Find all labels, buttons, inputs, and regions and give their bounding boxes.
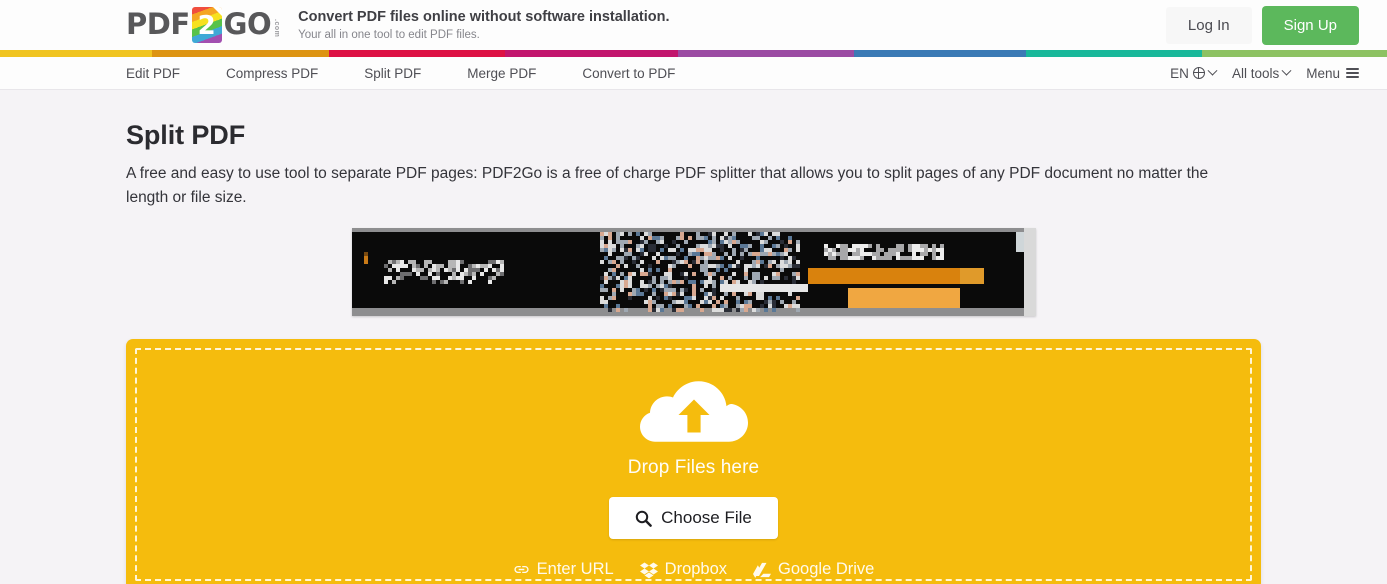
file-dropzone[interactable]: Drop Files here Choose File Enter URL Dro… <box>126 339 1261 584</box>
colorbar-segment-7 <box>1026 50 1203 57</box>
drop-files-label: Drop Files here <box>627 457 760 479</box>
colorbar-segment-5 <box>677 50 854 57</box>
colorbar-segment-2 <box>151 50 330 57</box>
source-link-label: Enter URL <box>536 560 614 579</box>
globe-icon <box>1192 66 1206 80</box>
chevron-down-icon <box>1281 65 1292 76</box>
source-link-label: Dropbox <box>664 560 728 579</box>
google-drive-icon <box>753 561 772 579</box>
choose-file-label: Choose File <box>661 508 752 528</box>
tagline-secondary: Your all in one tool to edit PDF files. <box>298 28 480 41</box>
colorbar-segment-6 <box>853 50 1027 57</box>
nav-item-edit-pdf[interactable]: Edit PDF <box>126 66 203 81</box>
source-link-label: Google Drive <box>778 560 875 579</box>
all-tools-dropdown[interactable]: All tools <box>1231 65 1292 81</box>
page-description: A free and easy to use tool to separate … <box>126 165 1209 207</box>
cloud-upload-icon <box>639 381 748 442</box>
rainbow-divider-bar <box>0 50 1387 57</box>
banner-canvas <box>351 228 1036 317</box>
link-icon <box>513 561 530 578</box>
banner-area <box>126 228 1261 317</box>
header-tagline: Convert PDF files online without softwar… <box>298 7 669 43</box>
source-link-dropbox[interactable]: Dropbox <box>639 560 728 579</box>
dropbox-icon <box>639 561 658 579</box>
chevron-down-icon <box>1207 65 1218 76</box>
logo-badge-number: 2 <box>197 10 216 41</box>
header-actions: Log In Sign Up <box>1165 5 1359 45</box>
login-button[interactable]: Log In <box>1165 6 1252 44</box>
menu-label: Menu <box>1306 65 1340 81</box>
nav-item-compress-pdf[interactable]: Compress PDF <box>226 66 341 81</box>
colorbar-segment-4 <box>505 50 678 57</box>
nav-item-split-pdf[interactable]: Split PDF <box>364 66 444 81</box>
colorbar-segment-1 <box>0 50 152 57</box>
main-content: Split PDF A free and easy to use tool to… <box>0 90 1387 584</box>
nav-utilities: EN All tools Menu <box>1170 65 1359 81</box>
tagline-primary: Convert PDF files online without softwar… <box>298 8 670 25</box>
brand-area[interactable]: PDF 2 GO .com Convert PDF files online w… <box>126 6 670 43</box>
choose-file-button[interactable]: Choose File <box>609 497 778 540</box>
site-header: PDF 2 GO .com Convert PDF files online w… <box>0 0 1387 50</box>
primary-navigation: Edit PDF Compress PDF Split PDF Merge PDF Co… <box>0 57 1387 90</box>
nav-item-convert-to-pdf[interactable]: Convert to PDF <box>582 66 698 81</box>
logo-colored-badge: 2 <box>191 6 222 43</box>
external-source-links: Enter URL Dropbox Google Drive <box>513 560 874 579</box>
logo-text-go: GO <box>223 7 272 42</box>
nav-links: Edit PDF Compress PDF Split PDF Merge PDF Co… <box>126 66 721 81</box>
page-title: Split PDF <box>126 120 246 150</box>
language-label: EN <box>1170 65 1189 81</box>
language-selector[interactable]: EN <box>1170 65 1218 81</box>
colorbar-segment-3 <box>329 50 506 57</box>
logo-text-pdf: PDF <box>126 7 190 42</box>
all-tools-label: All tools <box>1231 65 1280 81</box>
search-icon <box>635 510 652 527</box>
hamburger-icon <box>1346 68 1359 78</box>
source-link-google-drive[interactable]: Google Drive <box>753 560 874 579</box>
logo-text-dotcom: .com <box>273 18 281 38</box>
file-dropzone-inner: Drop Files here Choose File Enter URL Dro… <box>135 348 1252 582</box>
pixelated-advertisement-banner[interactable] <box>351 228 1036 317</box>
nav-item-merge-pdf[interactable]: Merge PDF <box>467 66 559 81</box>
colorbar-segment-8 <box>1202 50 1387 57</box>
signup-button[interactable]: Sign Up <box>1261 5 1359 45</box>
pdf2go-logo[interactable]: PDF 2 GO .com <box>126 6 281 43</box>
menu-button[interactable]: Menu <box>1306 66 1359 81</box>
source-link-enter-url[interactable]: Enter URL <box>513 560 614 579</box>
